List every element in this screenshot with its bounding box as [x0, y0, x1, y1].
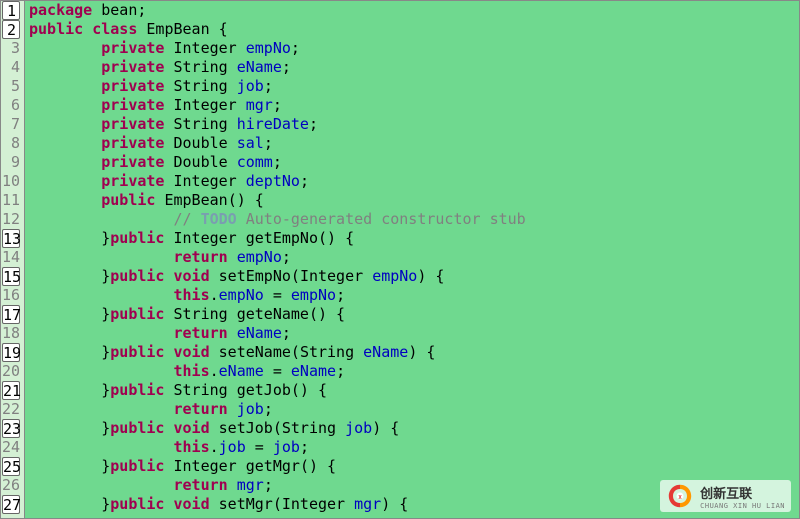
line-number: 16 — [1, 286, 20, 305]
code-line[interactable]: }public Integer getMgr() { — [29, 457, 799, 476]
code-area[interactable]: package bean;public class EmpBean { priv… — [25, 1, 799, 518]
line-number: 10 — [1, 172, 20, 191]
code-line[interactable]: package bean; — [29, 1, 799, 20]
watermark-subtext: CHUANG XIN HU LIAN — [700, 502, 785, 510]
code-line[interactable]: private Double comm; — [29, 153, 799, 172]
code-line[interactable]: return eName; — [29, 324, 799, 343]
line-number: 4 — [1, 58, 20, 77]
line-number: 23 — [2, 419, 20, 438]
code-line[interactable]: this.eName = eName; — [29, 362, 799, 381]
line-number: 2 — [2, 20, 20, 39]
code-line[interactable]: }public String getJob() { — [29, 381, 799, 400]
code-editor[interactable]: 1234567891011121314151617181920212223242… — [1, 1, 799, 518]
line-number: 22 — [1, 400, 20, 419]
code-line[interactable]: // TODO Auto-generated constructor stub — [29, 210, 799, 229]
line-number: 20 — [1, 362, 20, 381]
code-line[interactable]: private String eName; — [29, 58, 799, 77]
line-number: 26 — [1, 476, 20, 495]
code-line[interactable]: return empNo; — [29, 248, 799, 267]
line-number: 1 — [2, 1, 20, 20]
line-number: 3 — [1, 39, 20, 58]
code-line[interactable]: private String job; — [29, 77, 799, 96]
line-number: 27 — [2, 495, 20, 514]
code-line[interactable]: }public void setEmpNo(Integer empNo) { — [29, 267, 799, 286]
line-number: 21 — [2, 381, 20, 400]
line-number: 12 — [1, 210, 20, 229]
line-number: 18 — [1, 324, 20, 343]
code-line[interactable]: }public void setJob(String job) { — [29, 419, 799, 438]
code-line[interactable]: }public String geteName() { — [29, 305, 799, 324]
code-line[interactable]: private Integer empNo; — [29, 39, 799, 58]
line-number: 19 — [2, 343, 20, 362]
code-line[interactable]: private Integer deptNo; — [29, 172, 799, 191]
code-line[interactable]: private String hireDate; — [29, 115, 799, 134]
code-line[interactable]: private Double sal; — [29, 134, 799, 153]
line-number: 17 — [2, 305, 20, 324]
line-number: 8 — [1, 134, 20, 153]
line-number: 6 — [1, 96, 20, 115]
watermark-text: 创新互联 — [700, 483, 785, 502]
code-line[interactable]: }public Integer getEmpNo() { — [29, 229, 799, 248]
line-number: 9 — [1, 153, 20, 172]
line-number: 11 — [1, 191, 20, 210]
line-number: 13 — [2, 229, 20, 248]
watermark-logo-icon: X — [666, 482, 694, 510]
code-line[interactable]: }public void seteName(String eName) { — [29, 343, 799, 362]
code-line[interactable]: this.empNo = empNo; — [29, 286, 799, 305]
line-number: 5 — [1, 77, 20, 96]
line-number: 14 — [1, 248, 20, 267]
line-number: 25 — [2, 457, 20, 476]
code-line[interactable]: return job; — [29, 400, 799, 419]
watermark: X 创新互联 CHUANG XIN HU LIAN — [660, 480, 791, 512]
code-line[interactable]: public EmpBean() { — [29, 191, 799, 210]
line-number-gutter: 1234567891011121314151617181920212223242… — [1, 1, 25, 518]
code-line[interactable]: this.job = job; — [29, 438, 799, 457]
line-number: 7 — [1, 115, 20, 134]
code-line[interactable]: public class EmpBean { — [29, 20, 799, 39]
line-number: 15 — [2, 267, 20, 286]
code-line[interactable]: private Integer mgr; — [29, 96, 799, 115]
line-number: 24 — [1, 438, 20, 457]
